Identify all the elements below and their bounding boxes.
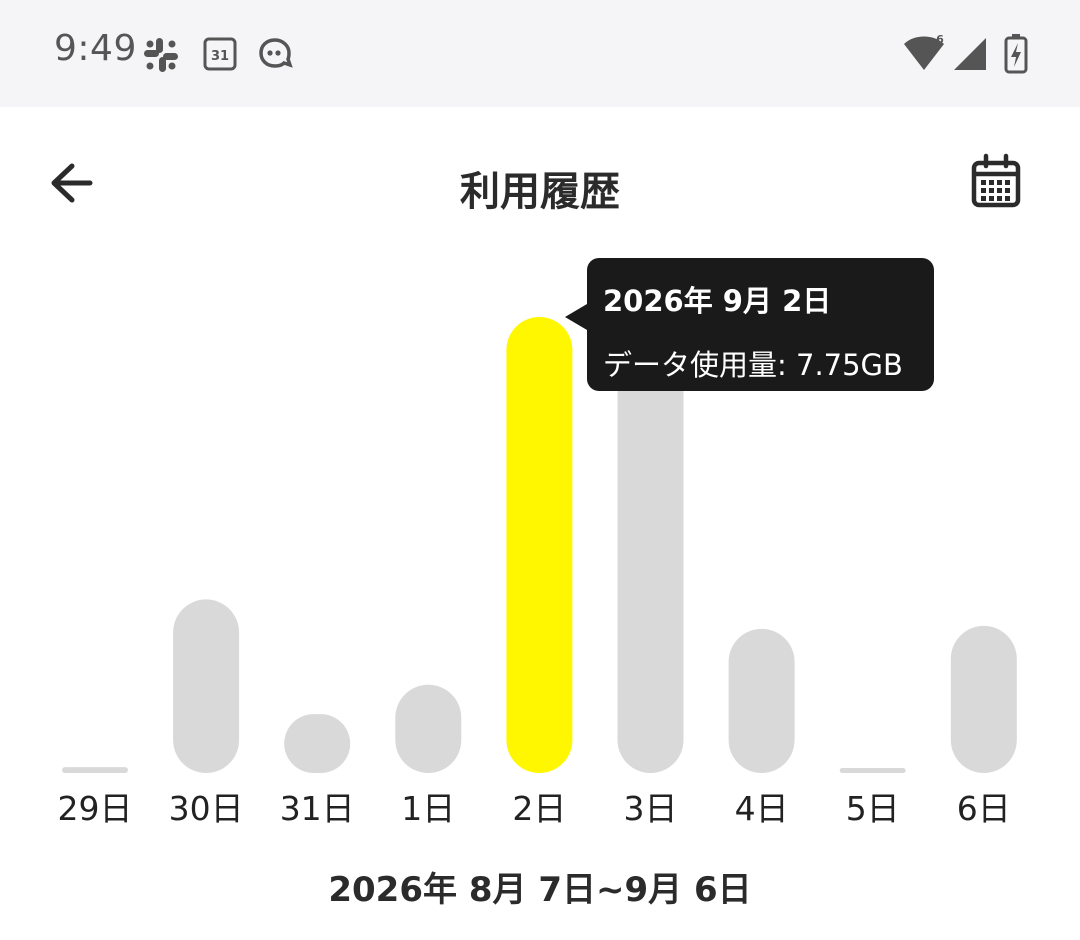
x-tick-label: 1日 [401,789,455,828]
x-tick-label: 3日 [624,789,678,828]
chart-bar[interactable] [173,599,240,773]
x-tick-label: 29日 [58,789,133,828]
x-tick-label: 5日 [846,789,900,828]
period-label: 2026年 8月 7日~9月 6日 [328,870,752,910]
chart-bar[interactable] [839,768,906,773]
chart-bar[interactable] [728,628,795,773]
x-tick-label: 31日 [280,789,355,828]
tooltip-date: 2026年 9月 2日 [603,284,832,318]
chart-bar[interactable] [617,361,684,773]
chart-bar[interactable] [62,767,128,773]
chart-bar[interactable] [950,625,1017,773]
usage-bar-chart: 29日 30日 31日 1日 2日 3日 4日 5日 6日 [58,317,1017,828]
bar-tooltip: 2026年 9月 2日 データ使用量: 7.75GB [565,258,934,391]
chart-bar[interactable] [284,714,351,773]
chart-bar[interactable] [506,317,573,773]
x-tick-label: 2日 [512,789,566,828]
x-tick-label: 30日 [169,789,244,828]
x-tick-label: 4日 [735,789,789,828]
chart-bar[interactable] [395,684,462,773]
tooltip-usage: データ使用量: 7.75GB [603,348,903,382]
x-tick-label: 6日 [957,789,1011,828]
